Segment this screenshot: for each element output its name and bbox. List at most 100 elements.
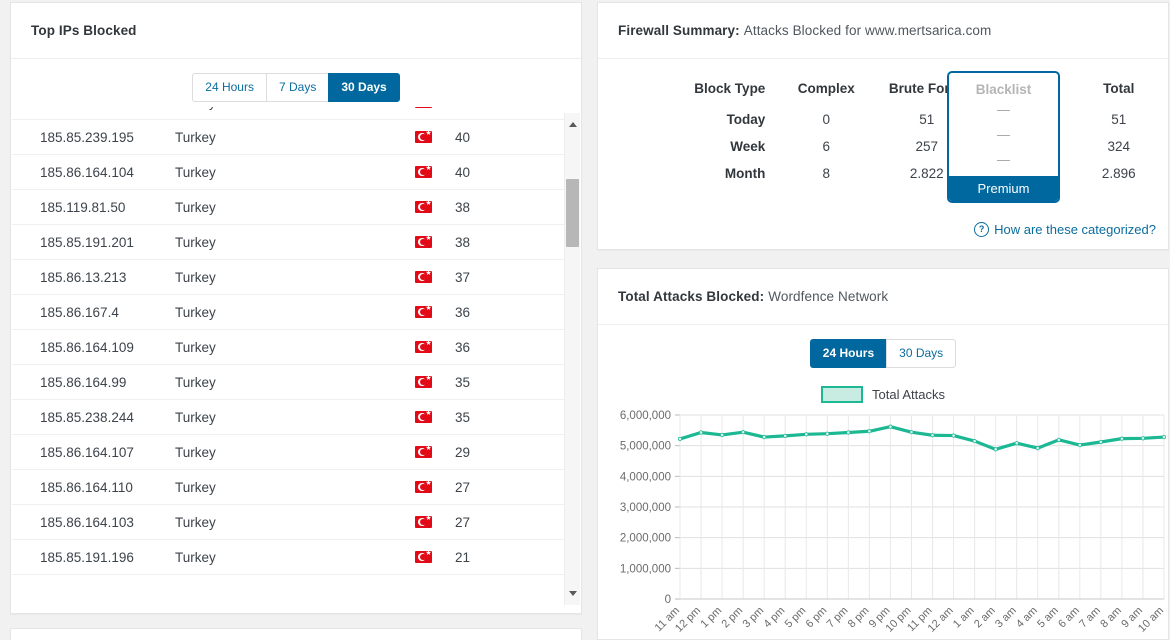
chart-data-point[interactable] [677,436,683,442]
chart-range-tabs: 24 Hours 30 Days [598,325,1168,378]
chart-data-point[interactable] [846,430,851,435]
x-axis-tick-label: 2 am [972,605,998,631]
premium-upgrade-button[interactable]: Premium [949,176,1058,201]
chart-data-point[interactable] [951,433,956,438]
table-row[interactable]: 185.85.239.195 Turkey 40 [12,120,564,155]
ip-address: 185.85.191.201 [40,234,134,250]
country-flag-cell [415,166,455,178]
country-name: Turkey [175,514,216,530]
firewall-complex-value: 0 [822,112,831,127]
table-row[interactable]: 185.86.13.213 Turkey 37 [12,260,564,295]
firewall-total-value: 51 [1111,112,1127,127]
table-row[interactable]: 185.86.167.4 Turkey 36 [12,295,564,330]
country-flag-cell [415,341,455,353]
table-row[interactable]: 185.119.81.50 Turkey 38 [12,190,564,225]
chart-data-point[interactable] [741,430,746,435]
chart-data-point[interactable] [1035,446,1040,451]
chart-data-point[interactable] [1098,439,1103,445]
tab-24-hours[interactable]: 24 Hours [192,73,266,102]
country-name: Turkey [175,304,216,320]
y-axis-tick-label: 1,000,000 [620,563,671,575]
x-axis-tick-label: 1 am [951,605,977,631]
table-row[interactable]: 185.86.164.107 Turkey 29 [12,435,564,470]
country-name: Turkey [175,269,216,285]
table-row[interactable]: 185.119.81.11Turkey 41 [12,107,564,120]
country-name: Turkey [175,234,216,250]
chart-data-point[interactable] [1161,434,1167,440]
chart-data-point[interactable] [1077,442,1082,448]
scroll-up-arrow-icon[interactable] [565,117,580,132]
x-axis-tick-label: 3 pm [741,605,767,631]
firewall-complex-value: 8 [822,166,831,181]
table-row[interactable]: 185.85.238.244 Turkey 35 [12,400,564,435]
firewall-panel-header: Firewall Summary: Attacks Blocked for www… [598,3,1168,59]
ip-address: 185.86.164.103 [40,514,134,530]
firewall-title-subtitle: Attacks Blocked for www.mertsarica.com [743,23,992,38]
chart-data-point[interactable] [1119,436,1125,441]
top-ips-range-tabs: 24 Hours 7 Days 30 Days [11,59,581,112]
ip-address: 185.86.164.110 [40,479,133,495]
y-axis-tick-label: 6,000,000 [620,410,671,422]
column-header-complex: Complex [797,81,855,96]
table-row[interactable]: 185.86.164.110 Turkey 27 [12,470,564,505]
ip-address: 185.119.81.50 [40,199,126,215]
x-axis-tick-label: 4 am [1014,605,1040,631]
blacklist-premium-box[interactable]: Blacklist — — — Premium [947,71,1060,203]
top-ips-panel-header: Top IPs Blocked [11,3,581,59]
chart-data-point[interactable] [930,433,935,438]
turkey-flag-icon [415,236,432,248]
turkey-flag-icon [415,341,432,353]
country-flag-cell [415,201,455,213]
turkey-flag-icon [415,201,432,213]
ip-address: 185.85.239.195 [40,129,134,145]
blocked-count: 21 [455,549,471,565]
chart-plot-container: 0 1,000,000 2,000,000 3,000,000 4,000,000 5,0… [598,399,1170,639]
y-axis-tick-label: 0 [665,594,671,606]
chart-data-point[interactable] [804,432,809,437]
tab-30-days[interactable]: 30 Days [328,73,400,102]
table-row[interactable]: 185.85.191.196 Turkey 21 [12,540,564,575]
country-name: Turkey [175,107,415,110]
table-row[interactable]: 185.86.164.104 Turkey 40 [12,155,564,190]
chart-tab-30-days[interactable]: 30 Days [886,339,957,368]
chart-data-point[interactable] [762,434,767,440]
chart-data-point[interactable] [1056,437,1061,442]
table-row[interactable]: 185.85.191.201 Turkey 38 [12,225,564,260]
x-axis-tick-label: 8 pm [846,605,872,631]
y-axis-tick-label: 2,000,000 [620,533,671,545]
chart-tab-24-hours[interactable]: 24 Hours [809,339,887,368]
blocked-count: 40 [455,164,471,180]
chart-data-point[interactable] [972,438,977,444]
top-ips-scroll-viewport[interactable]: 185.119.81.11Turkey41185.85.239.195Turke… [12,107,580,612]
tab-7-days[interactable]: 7 Days [265,73,329,102]
chart-data-point[interactable] [825,431,830,436]
chart-data-point[interactable] [993,447,998,452]
attacks-line-chart: 0 1,000,000 2,000,000 3,000,000 4,000,000 5,0… [620,410,1167,635]
scrollbar-thumb[interactable] [566,179,579,247]
question-circle-icon: ? [974,222,990,237]
country-flag-cell [415,411,455,423]
chart-data-point[interactable] [888,424,893,429]
top-ips-scrollbar[interactable] [564,113,580,605]
blocked-count: 27 [455,514,471,530]
table-row[interactable]: 185.86.164.109 Turkey 36 [12,330,564,365]
chart-data-point[interactable] [719,432,725,438]
country-name: Turkey [175,479,216,495]
chart-data-point[interactable] [909,430,914,435]
dashboard-stage: Top IPs Blocked 24 Hours 7 Days 30 Days … [0,0,1170,640]
how-are-these-categorized-link[interactable]: ? How are these categorized? [974,222,1156,237]
turkey-flag-icon [415,376,432,388]
scroll-down-arrow-icon[interactable] [565,586,580,601]
country-flag-cell [415,516,455,528]
chart-data-point[interactable] [867,429,872,434]
country-flag-cell [415,131,455,143]
chart-data-point[interactable] [1014,441,1019,446]
table-row[interactable]: 185.86.164.103 Turkey 27 [12,505,564,540]
chart-data-point[interactable] [698,430,704,435]
x-axis-tick-label: 2 pm [719,605,745,631]
turkey-flag-icon [415,516,432,528]
table-row[interactable]: 185.86.164.99 Turkey 35 [12,365,564,400]
chart-data-point[interactable] [783,433,788,438]
chart-data-point[interactable] [1140,436,1146,441]
ip-address: 185.86.164.104 [40,164,134,180]
